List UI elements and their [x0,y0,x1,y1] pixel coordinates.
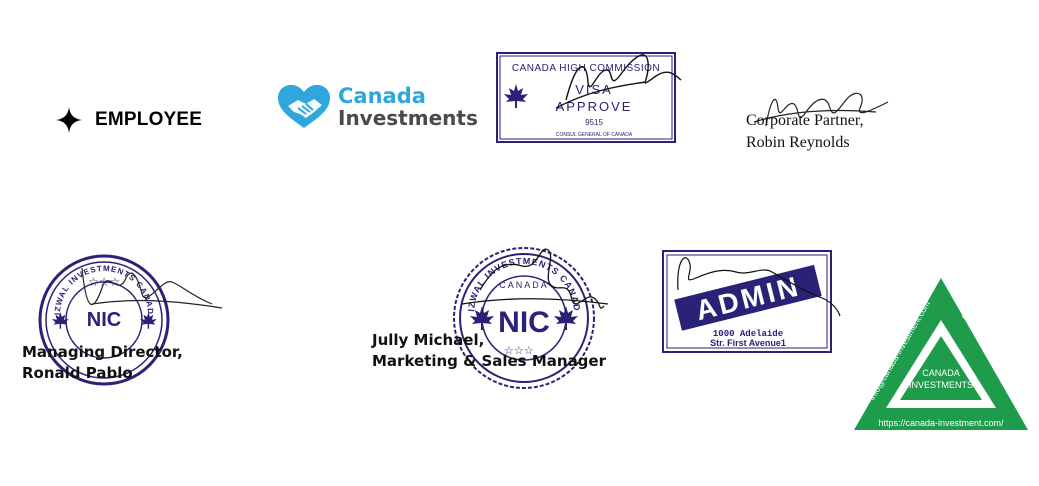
visa-stamp-line2: APPROVE [556,99,633,114]
visa-approve-stamp: CANADA HIGH COMMISSION VISA APPROVE 9515… [496,52,682,143]
logo-word-investments: Investments [338,106,478,130]
nic2-ring-text: NIZWAL INVESTMENTS CANADA [368,232,581,312]
admin-address-line2: Str. First Avenue1 [710,338,786,348]
handshake-heart-icon [278,85,330,128]
admin-stamp: ADMIN 1000 Adelaide Str. First Avenue1 [662,250,842,355]
logo-wordmark: Canada Investments [338,85,478,129]
sparkle-icon [56,107,82,133]
employee-badge: EMPLOYEE [55,106,202,134]
nic2-sub: CANADA [499,280,549,290]
triangle-bottom: https://canada-investment.com/ [878,418,1004,428]
nic-round-stamp-2: NIZWAL INVESTMENTS CANADA CANADA NIC ☆☆☆… [368,232,612,390]
corporate-partner-signature: Corporate Partner, Robin Reynolds [746,82,896,152]
nic1-caption: Managing Director, Ronald Pablo [22,342,183,384]
star-icon: ☆☆☆ [88,275,120,289]
nic1-center: NIC [87,309,121,331]
triangle-line1: CANADA [922,368,960,378]
svg-text:NIZWAL INVESTMENTS CANADA: NIZWAL INVESTMENTS CANADA [368,232,582,312]
canada-investments-triangle-seal: CANADA INVESTMENTS info@canada-investmen… [852,276,1030,434]
nic2-caption: Jully Michael, Marketing & Sales Manager [372,330,606,372]
admin-label: ADMIN [693,270,804,326]
canada-investments-logo: Canada Investments [276,84,478,130]
corporate-partner-name: Robin Reynolds [746,134,850,151]
visa-stamp-number: 9515 [585,118,603,127]
employee-label: EMPLOYEE [95,109,203,130]
nic1-caption-name: Ronald Pablo [22,364,133,382]
logo-word-canada: Canada [338,84,426,108]
corporate-partner-caption: Corporate Partner, Robin Reynolds [746,110,864,154]
nic1-caption-title: Managing Director, [22,343,183,361]
maple-leaf-icon [504,84,528,108]
nic-round-stamp-1: NIZWAL INVESTMENTS CANADA ☆☆☆ NIC Managi… [19,241,223,393]
triangle-line2: INVESTMENTS [909,380,973,390]
corporate-partner-title: Corporate Partner, [746,112,864,129]
nic1-ring-text: NIZWAL INVESTMENTS CANADA [19,241,155,315]
svg-text:NIZWAL INVESTMENTS CANADA: NIZWAL INVESTMENTS CANADA [19,241,156,315]
nic2-caption-name: Jully Michael, [372,331,485,349]
nic2-caption-title: Marketing & Sales Manager [372,352,606,370]
visa-stamp-footer: CONSUL GENERAL OF CANADA [556,132,633,138]
